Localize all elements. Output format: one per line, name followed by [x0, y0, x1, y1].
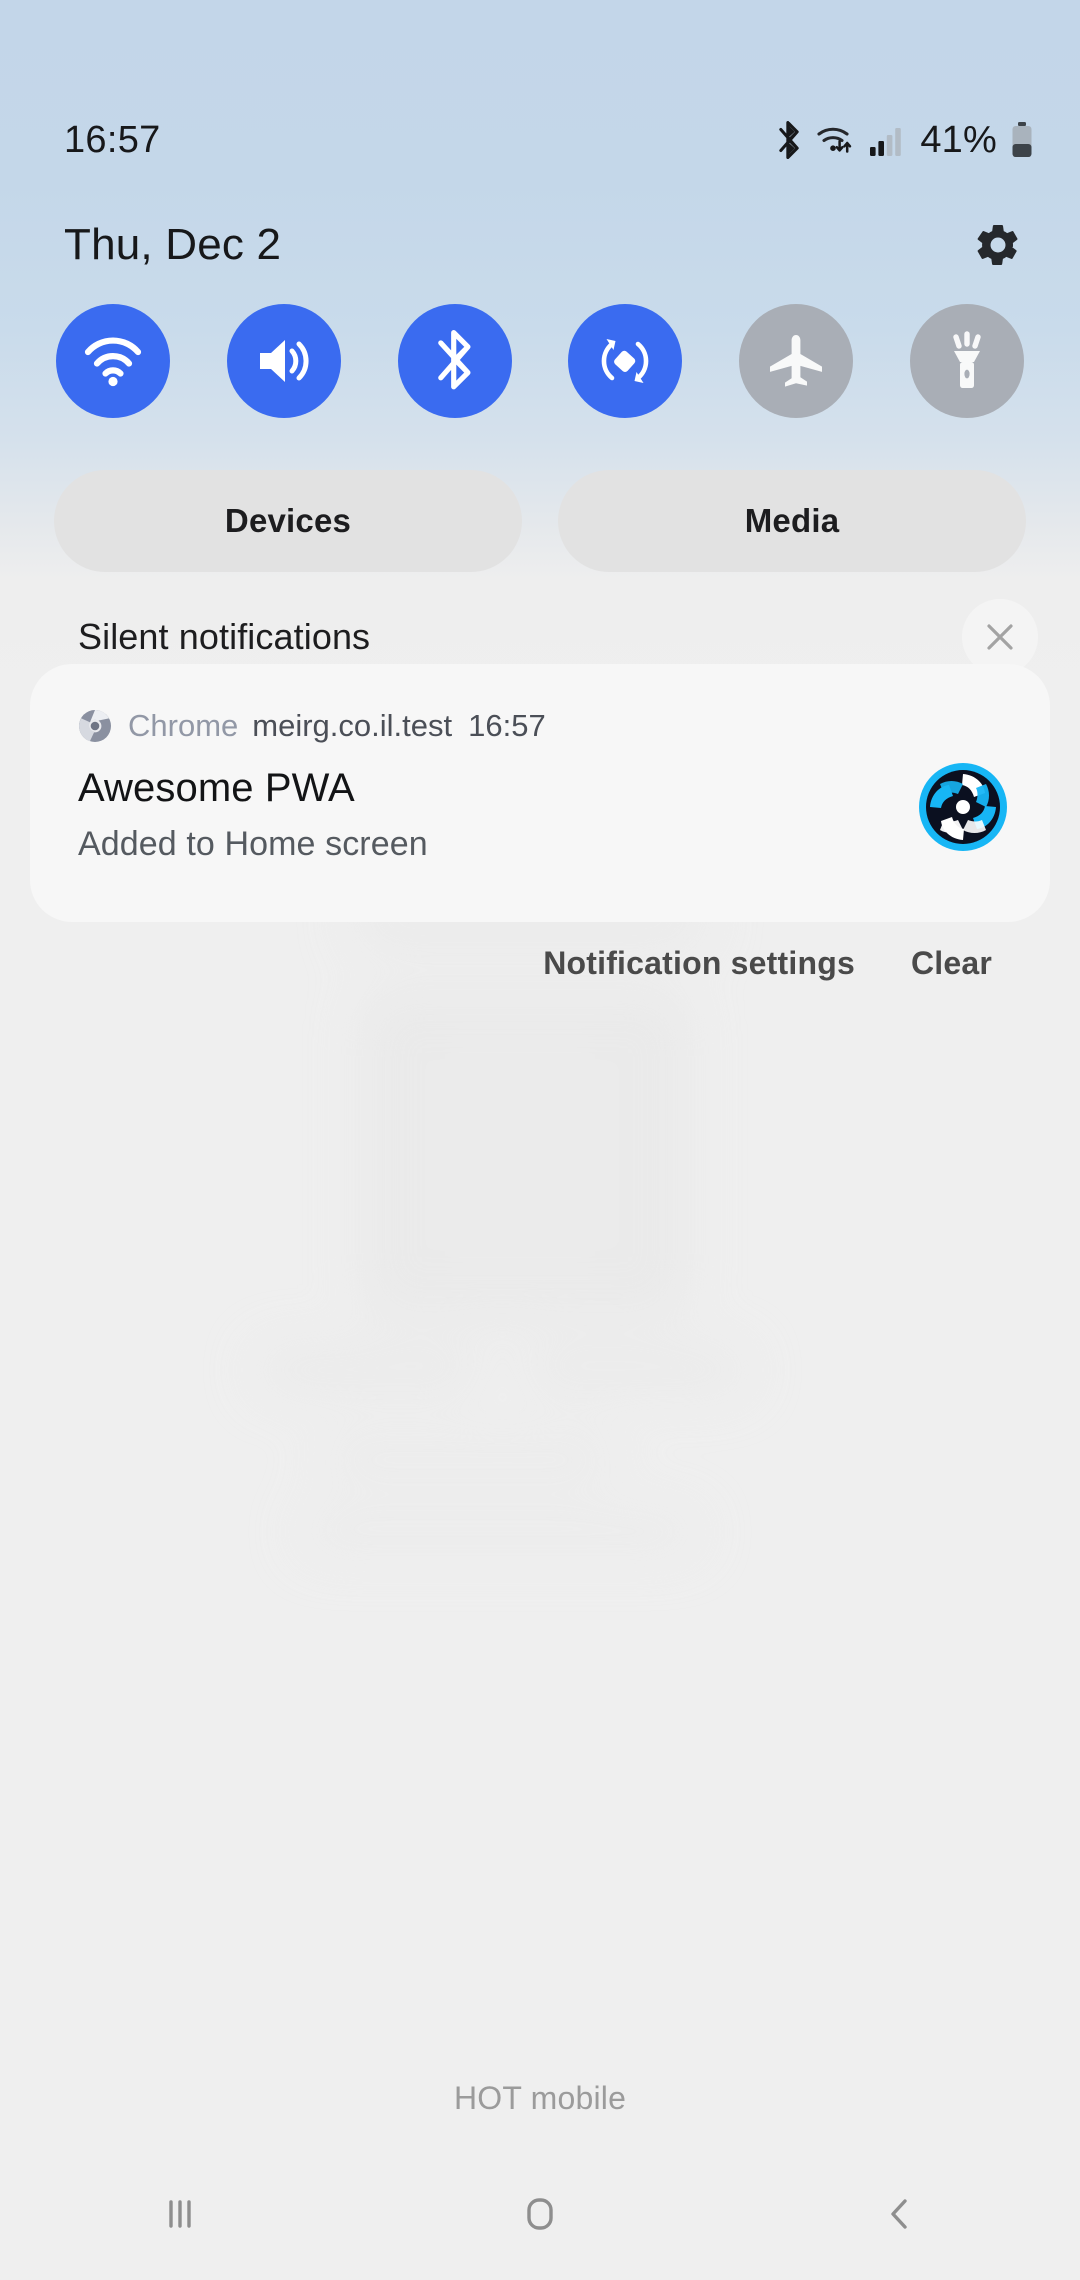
recents-icon — [169, 2200, 191, 2228]
quick-toggle-sound[interactable] — [226, 303, 341, 418]
quick-settings-row — [0, 298, 1080, 423]
notification-source: meirg.co.il.test — [252, 708, 453, 743]
chrome-icon — [79, 710, 111, 742]
pwa-app-icon — [919, 763, 1007, 851]
wifi-icon — [817, 127, 852, 153]
cellular-signal-icon — [870, 128, 902, 156]
home-icon — [527, 2198, 553, 2230]
settings-button[interactable] — [964, 211, 1032, 279]
date-label: Thu, Dec 2 — [64, 220, 282, 269]
bluetooth-icon — [437, 329, 471, 389]
back-icon — [891, 2199, 907, 2229]
wifi-icon — [84, 336, 142, 386]
notification-time: 16:57 — [468, 708, 546, 743]
bluetooth-icon — [779, 121, 800, 159]
close-icon — [987, 624, 1013, 650]
blurred-background-content — [0, 880, 1080, 2160]
quick-toggle-wifi[interactable] — [56, 303, 170, 418]
notification-text: Added to Home screen — [78, 825, 428, 863]
battery-percentage: 41% — [920, 118, 997, 161]
notification-title: Awesome PWA — [78, 766, 355, 810]
notification-card[interactable]: Chrome meirg.co.il.test 16:57 Awesome PW… — [30, 664, 1050, 922]
battery-icon — [1012, 122, 1032, 157]
auto-rotate-icon — [602, 338, 649, 383]
media-button[interactable]: Media — [558, 470, 1026, 572]
silent-notifications-label: Silent notifications — [78, 616, 371, 657]
navigation-bar — [0, 2148, 1080, 2280]
quick-toggle-airplane-mode[interactable] — [739, 303, 854, 418]
shade-shortcut-row: Devices Media — [0, 470, 1080, 572]
devices-button[interactable]: Devices — [54, 470, 522, 572]
status-bar-system-icons: 41% — [775, 119, 1034, 162]
quick-toggle-auto-rotate[interactable] — [568, 303, 683, 418]
shade-header: Thu, Dec 2 — [0, 205, 1080, 285]
volume-icon — [259, 339, 309, 382]
notification-actions: Notification settings Clear — [0, 935, 1080, 991]
notification-body: Awesome PWA Added to Home screen — [78, 763, 1007, 864]
notification-header: Chrome meirg.co.il.test 16:57 — [78, 706, 1006, 746]
status-bar: 16:57 41% — [0, 110, 1080, 170]
gear-icon — [977, 224, 1018, 266]
status-bar-clock: 16:57 — [64, 118, 161, 161]
recents-button[interactable] — [90, 2148, 270, 2280]
notification-app-name: Chrome — [128, 708, 239, 743]
clear-button[interactable]: Clear — [911, 945, 992, 982]
airplane-icon — [770, 334, 823, 387]
carrier-label: HOT mobile — [453, 2080, 627, 2116]
quick-toggle-flashlight[interactable] — [909, 303, 1024, 418]
flashlight-icon — [953, 330, 981, 388]
home-button[interactable] — [450, 2148, 630, 2280]
quick-toggle-bluetooth[interactable] — [397, 303, 512, 418]
back-button[interactable] — [810, 2148, 990, 2280]
notification-shade-screen: 16:57 41% Thu, Dec 2 Devices Media Silen… — [0, 0, 1080, 2280]
notification-settings-button[interactable]: Notification settings — [543, 945, 855, 982]
